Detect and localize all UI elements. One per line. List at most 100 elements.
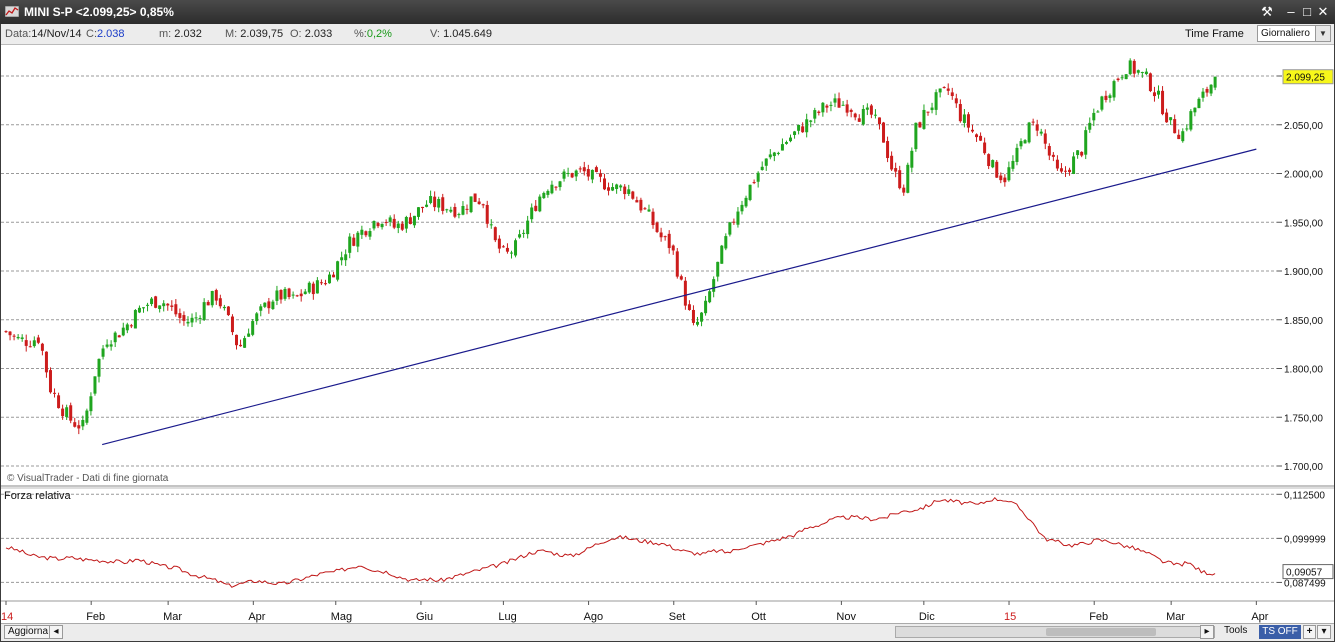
price-tick-label: 1.950,00 bbox=[1284, 218, 1323, 229]
candle-body bbox=[926, 111, 930, 113]
candle-body bbox=[388, 217, 392, 222]
candle-body bbox=[542, 192, 546, 199]
candle-body bbox=[1063, 170, 1067, 172]
candle-body bbox=[776, 152, 780, 154]
rs-series-line bbox=[5, 496, 1216, 588]
candle-body bbox=[416, 207, 420, 217]
candle-body bbox=[643, 208, 647, 210]
x-axis: 14 Feb Mar Apr Mag Giu Lug Ago Set Ott Nov Dic 15 Feb… bbox=[1, 601, 1269, 623]
candle-body bbox=[1072, 156, 1076, 174]
candle-body bbox=[651, 211, 655, 226]
candle-body bbox=[562, 171, 566, 179]
price-tick-label: 1.750,00 bbox=[1284, 413, 1323, 424]
candle-body bbox=[445, 209, 449, 211]
candle-body bbox=[687, 304, 691, 310]
zoom-in-button[interactable]: + bbox=[1303, 625, 1316, 639]
candle-body bbox=[1104, 95, 1108, 100]
time-scrollbar[interactable] bbox=[895, 626, 1215, 638]
candle-body bbox=[425, 204, 429, 207]
candle-body bbox=[809, 120, 813, 122]
candle-body bbox=[69, 405, 73, 421]
candle-body bbox=[65, 407, 69, 418]
candle-body bbox=[704, 300, 708, 314]
candle-body bbox=[1043, 133, 1047, 144]
tools-icon[interactable]: ⚒ bbox=[1258, 3, 1276, 21]
candle-body bbox=[279, 290, 283, 300]
timeframe-value: Giornaliero bbox=[1261, 28, 1310, 39]
candle-body bbox=[303, 291, 307, 295]
candle-body bbox=[1088, 122, 1092, 130]
rs-tick-label: 0,112500 bbox=[1284, 490, 1325, 501]
candle-body bbox=[890, 155, 894, 170]
candle-body bbox=[1132, 60, 1136, 74]
x-tick-label: Nov bbox=[836, 611, 856, 623]
candle-body bbox=[315, 280, 319, 294]
candle-body bbox=[966, 114, 970, 128]
date-info: Data:14/Nov/14 bbox=[5, 28, 82, 40]
candle-body bbox=[1003, 177, 1007, 183]
candle-body bbox=[194, 317, 198, 319]
candle-body bbox=[910, 150, 914, 168]
timeframe-select[interactable]: Giornaliero ▼ bbox=[1257, 25, 1331, 42]
candle-body bbox=[732, 221, 736, 223]
rs-panel-title: Forza relativa bbox=[4, 490, 72, 502]
x-tick-label: Feb bbox=[1089, 611, 1108, 623]
candle-body bbox=[210, 290, 214, 306]
candle-body bbox=[259, 306, 263, 311]
candle-body bbox=[368, 231, 372, 237]
ts-off-button[interactable]: TS OFF bbox=[1259, 625, 1301, 639]
candle-body bbox=[380, 223, 384, 228]
candle-body bbox=[469, 196, 473, 213]
candle-body bbox=[340, 257, 344, 261]
candle-body bbox=[849, 109, 853, 112]
candle-body bbox=[898, 170, 902, 189]
candle-body bbox=[267, 301, 271, 309]
bottom-menu-button[interactable]: ▾ bbox=[1317, 625, 1331, 639]
candle-body bbox=[150, 298, 154, 305]
scrollbar-thumb[interactable] bbox=[1046, 628, 1156, 636]
candle-body bbox=[655, 222, 659, 232]
candle-body bbox=[983, 142, 987, 154]
scroll-right-icon[interactable]: ▸ bbox=[1200, 625, 1214, 639]
candle-body bbox=[987, 154, 991, 167]
candle-body bbox=[453, 206, 457, 217]
candle-body bbox=[344, 254, 348, 261]
close-icon[interactable]: ✕ bbox=[1314, 3, 1332, 21]
candle-body bbox=[805, 119, 809, 133]
candle-body bbox=[598, 173, 602, 177]
scroll-left-icon[interactable]: ◂ bbox=[49, 625, 63, 639]
candle-body bbox=[942, 87, 946, 89]
candle-body bbox=[154, 296, 158, 308]
candle-body bbox=[801, 126, 805, 133]
candle-body bbox=[449, 209, 453, 212]
candle-body bbox=[429, 196, 433, 203]
candle-body bbox=[44, 351, 48, 373]
candle-body bbox=[1092, 112, 1096, 121]
candle-body bbox=[85, 410, 89, 423]
x-tick-label: Ott bbox=[751, 611, 766, 623]
candle-body bbox=[263, 302, 267, 307]
candle-body bbox=[841, 104, 845, 106]
x-tick-label: 15 bbox=[1004, 611, 1016, 623]
refresh-button[interactable]: Aggiorna bbox=[4, 625, 53, 639]
candle-body bbox=[287, 288, 291, 298]
candle-body bbox=[1140, 72, 1144, 74]
watermark: © VisualTrader - Dati di fine giornata bbox=[7, 473, 169, 484]
candle-body bbox=[356, 232, 360, 247]
candle-body bbox=[526, 220, 530, 235]
candle-body bbox=[255, 313, 259, 322]
chevron-down-icon[interactable]: ▼ bbox=[1315, 26, 1330, 41]
candle-body bbox=[764, 158, 768, 166]
candle-body bbox=[574, 170, 578, 177]
candle-body bbox=[700, 312, 704, 322]
tools-button[interactable]: Tools bbox=[1221, 625, 1250, 639]
last-price-marker: 2.099,25 bbox=[1282, 69, 1334, 85]
candle-body bbox=[659, 232, 663, 238]
candle-body bbox=[376, 223, 380, 227]
candle-body bbox=[1157, 90, 1161, 95]
x-tick-label: 14 bbox=[1, 611, 13, 623]
chart-area[interactable]: 2.100,002.050,002.000,001.950,001.900,00… bbox=[1, 45, 1334, 626]
candle-body bbox=[509, 252, 513, 254]
candle-body bbox=[166, 303, 170, 306]
candle-body bbox=[174, 304, 178, 315]
